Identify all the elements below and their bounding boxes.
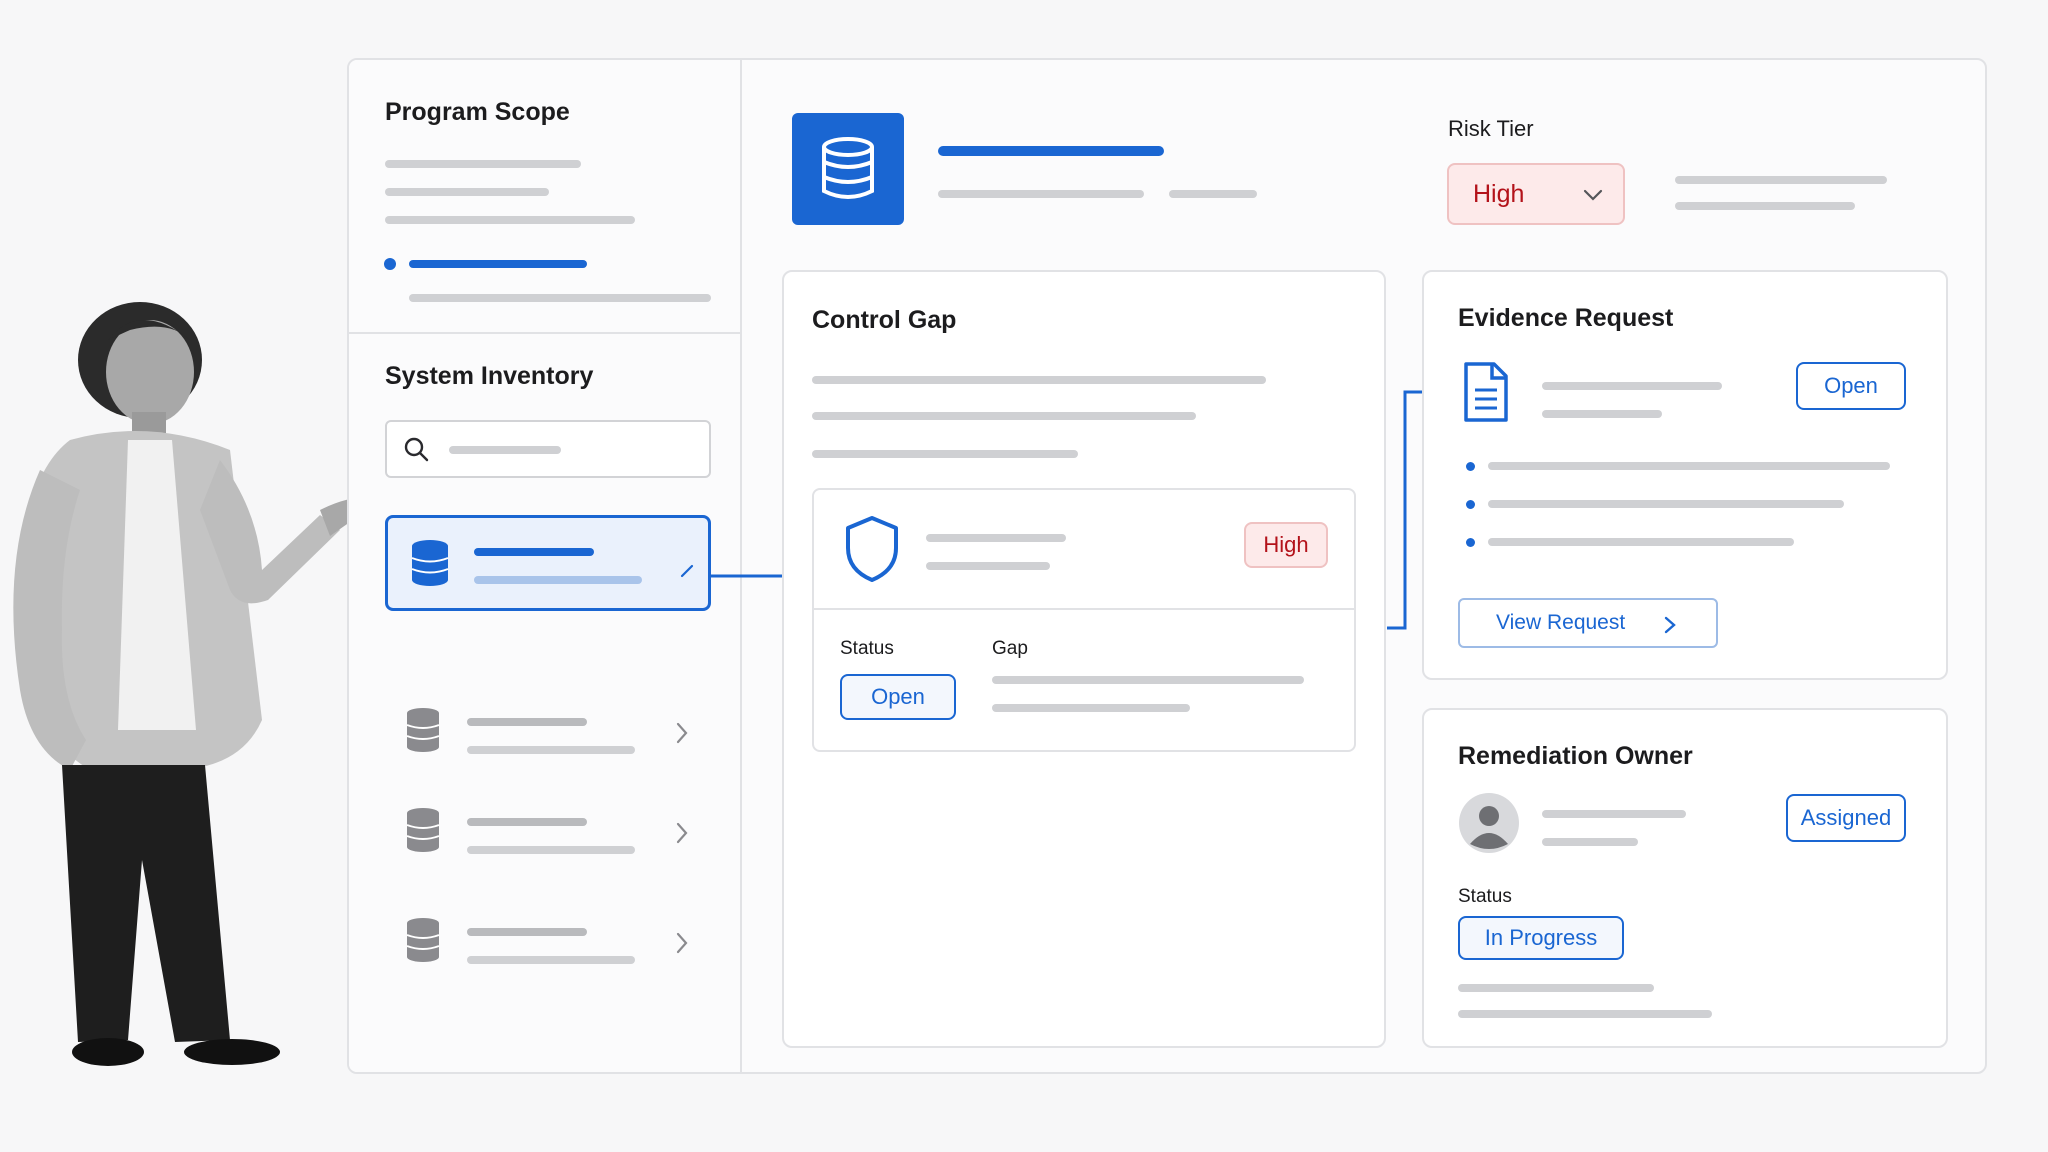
avatar-icon: [1459, 793, 1519, 853]
placeholder-line: [992, 704, 1190, 712]
divider: [814, 608, 1354, 610]
placeholder-line: [409, 294, 711, 302]
bullet: [1466, 462, 1475, 471]
risk-tier-label: Risk Tier: [1448, 116, 1534, 141]
evidence-request-title: Evidence Request: [1458, 304, 1674, 332]
inventory-item[interactable]: [385, 682, 711, 778]
placeholder-line: [1542, 410, 1662, 418]
risk-tier-value: High: [1473, 180, 1525, 208]
system-title-line: [938, 146, 1164, 156]
search-placeholder-line: [449, 446, 561, 454]
placeholder-line: [1542, 810, 1686, 818]
chevron-right-icon[interactable]: [675, 722, 689, 744]
assignment-badge: Assigned: [1786, 794, 1906, 842]
finding-card[interactable]: High Status Gap Open: [812, 488, 1356, 752]
item-title-line: [474, 548, 594, 556]
view-request-label: View Request: [1496, 611, 1626, 634]
edit-icon[interactable]: [680, 564, 694, 578]
owner-status-badge: In Progress: [1458, 916, 1624, 960]
risk-tier-select[interactable]: High: [1447, 163, 1625, 225]
item-title-line: [467, 928, 587, 936]
item-subtitle-line: [467, 746, 635, 754]
placeholder-line: [812, 376, 1266, 384]
gap-label: Gap: [992, 638, 1028, 659]
placeholder-line: [938, 190, 1144, 198]
active-scope-line[interactable]: [409, 260, 587, 268]
placeholder-line: [992, 676, 1304, 684]
control-gap-title: Control Gap: [812, 306, 957, 334]
remediation-owner-title: Remediation Owner: [1458, 742, 1693, 770]
placeholder-line: [1488, 462, 1890, 470]
placeholder-line: [1488, 538, 1794, 546]
database-icon: [411, 540, 449, 586]
placeholder-line: [1675, 202, 1855, 210]
placeholder-line: [385, 160, 581, 168]
divider: [349, 332, 742, 334]
item-subtitle-line: [467, 956, 635, 964]
database-icon: [406, 708, 440, 752]
placeholder-line: [1542, 382, 1722, 390]
placeholder-line: [385, 188, 549, 196]
placeholder-line: [926, 534, 1066, 542]
evidence-status-badge: Open: [1796, 362, 1906, 410]
bullet: [1466, 538, 1475, 547]
item-title-line: [467, 818, 587, 826]
item-subtitle-line: [467, 846, 635, 854]
placeholder-line: [1675, 176, 1887, 184]
document-icon: [1464, 362, 1508, 422]
search-icon: [404, 437, 429, 462]
item-title-line: [467, 718, 587, 726]
severity-badge: High: [1244, 522, 1328, 568]
placeholder-line: [1458, 984, 1654, 992]
app-window: Program Scope System Inventory Risk Tier…: [347, 58, 1987, 1074]
item-subtitle-line: [474, 576, 642, 584]
system-inventory-title: System Inventory: [385, 362, 594, 390]
inventory-search-input[interactable]: [385, 420, 711, 478]
placeholder-line: [812, 450, 1078, 458]
sidebar: Program Scope System Inventory: [349, 60, 742, 1072]
placeholder-line: [1458, 1010, 1712, 1018]
database-icon: [406, 918, 440, 962]
placeholder-line: [1169, 190, 1257, 198]
inventory-item-selected[interactable]: [385, 515, 711, 611]
chevron-right-icon: [1664, 616, 1676, 634]
owner-status-label: Status: [1458, 886, 1512, 907]
database-icon: [822, 137, 874, 199]
inventory-item[interactable]: [385, 892, 711, 988]
presenter-illustration: [13, 302, 392, 1066]
placeholder-line: [812, 412, 1196, 420]
program-scope-title: Program Scope: [385, 98, 570, 126]
placeholder-line: [385, 216, 635, 224]
chevron-down-icon: [1583, 189, 1603, 201]
view-request-button[interactable]: View Request: [1458, 598, 1718, 648]
remediation-owner-card: Remediation Owner Assigned Status In Pro…: [1422, 708, 1948, 1048]
chevron-right-icon[interactable]: [675, 822, 689, 844]
bullet: [1466, 500, 1475, 509]
active-bullet: [384, 258, 396, 270]
placeholder-line: [926, 562, 1050, 570]
status-badge: Open: [840, 674, 956, 720]
chevron-right-icon[interactable]: [675, 932, 689, 954]
evidence-request-card: Evidence Request Open View Request: [1422, 270, 1948, 680]
status-label: Status: [840, 638, 894, 659]
database-icon: [406, 808, 440, 852]
control-gap-card: Control Gap High Status Gap Open: [782, 270, 1386, 1048]
placeholder-line: [1542, 838, 1638, 846]
inventory-item[interactable]: [385, 782, 711, 878]
placeholder-line: [1488, 500, 1844, 508]
shield-icon: [846, 516, 898, 582]
system-icon-tile: [792, 113, 904, 225]
